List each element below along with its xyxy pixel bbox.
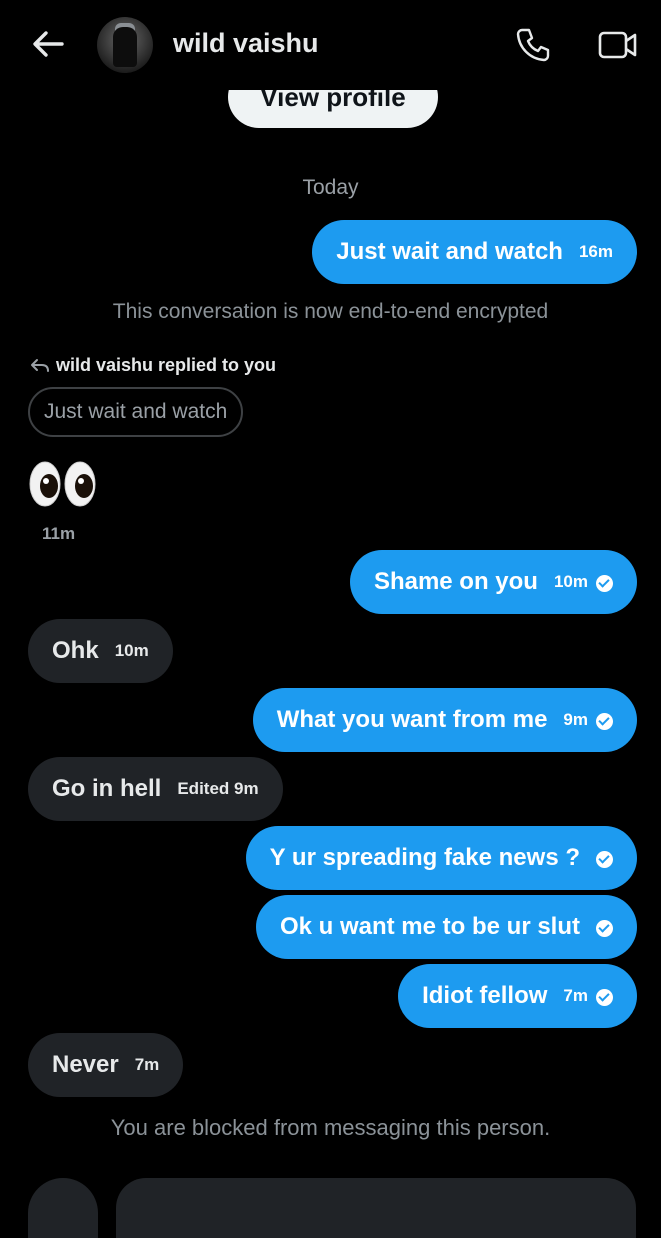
outgoing-message[interactable]: Y ur spreading fake news ? xyxy=(245,826,637,890)
conversation-header: wild vaishu xyxy=(0,0,661,90)
phone-icon xyxy=(516,28,550,62)
message-text: Ohk xyxy=(52,637,99,664)
message-text: Ok u want me to be ur slut xyxy=(279,913,580,940)
message-time: 10m xyxy=(114,641,149,660)
outgoing-message[interactable]: Just wait and watch 16m xyxy=(312,220,637,284)
message-time: 10m xyxy=(553,572,588,591)
video-call-button[interactable] xyxy=(597,28,639,62)
outgoing-message[interactable]: What you want from me 9m xyxy=(252,688,637,752)
contact-name[interactable]: wild vaishu xyxy=(173,28,319,59)
read-check-icon xyxy=(596,988,613,1006)
reply-context: wild vaishu replied to you xyxy=(30,355,276,376)
message-time: 7m xyxy=(134,1055,160,1074)
message-time: 7m xyxy=(563,986,588,1005)
message-time: 16m xyxy=(578,242,613,261)
arrow-left-icon xyxy=(33,31,64,57)
encryption-notice: This conversation is now end-to-end encr… xyxy=(112,300,549,323)
outgoing-message[interactable]: Ok u want me to be ur slut xyxy=(255,895,637,959)
message-time: 9m xyxy=(563,710,588,729)
read-check-icon xyxy=(596,850,613,868)
blocked-notice: You are blocked from messaging this pers… xyxy=(110,1115,551,1140)
video-camera-icon xyxy=(598,31,637,59)
back-button[interactable] xyxy=(30,26,70,62)
message-text: Shame on you xyxy=(373,568,538,595)
day-divider: Today xyxy=(302,176,359,199)
message-text: Y ur spreading fake news ? xyxy=(269,844,580,871)
message-edited-time: Edited 9m xyxy=(177,779,259,798)
composer-bar xyxy=(0,1178,661,1238)
avatar[interactable] xyxy=(97,17,153,73)
message-text: What you want from me xyxy=(276,706,548,733)
incoming-message[interactable]: Never 7m xyxy=(28,1033,184,1097)
call-button[interactable] xyxy=(513,25,553,65)
incoming-message[interactable]: Ohk 10m xyxy=(28,619,173,683)
read-check-icon xyxy=(596,919,613,937)
message-time: 11m xyxy=(42,524,76,543)
avatar-figure xyxy=(113,27,137,67)
read-check-icon xyxy=(596,574,613,592)
read-check-icon xyxy=(596,712,613,730)
message-text: Idiot fellow xyxy=(422,982,548,1009)
outgoing-message[interactable]: Idiot fellow 7m xyxy=(398,964,637,1028)
reply-arrow-icon xyxy=(31,358,49,372)
message-text: Go in hell xyxy=(52,775,162,802)
eyes-emoji[interactable] xyxy=(28,460,98,508)
message-text: Never xyxy=(52,1051,119,1078)
add-attachment-button[interactable] xyxy=(28,1178,98,1238)
quoted-message[interactable]: Just wait and watch xyxy=(28,387,244,437)
incoming-message[interactable]: Go in hell Edited 9m xyxy=(28,757,283,821)
message-text: Just wait and watch xyxy=(336,238,563,265)
message-input[interactable] xyxy=(116,1178,636,1238)
reply-context-label: wild vaishu replied to you xyxy=(56,355,277,375)
outgoing-message[interactable]: Shame on you 10m xyxy=(349,550,637,614)
